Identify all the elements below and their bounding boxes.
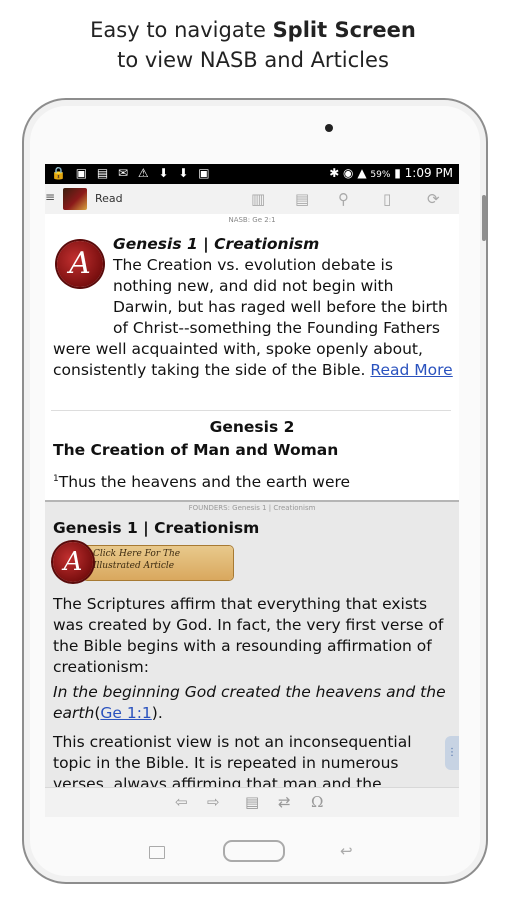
home-button[interactable] xyxy=(223,840,285,862)
caption-line-1: Easy to navigate Split Screen xyxy=(0,18,506,42)
battery-icon: ▮ xyxy=(390,166,405,180)
action-bar: ≡ Read ▥ ▤ ⚲ ▯ ⟳ xyxy=(45,184,459,215)
pane-location-label: NASB: Ge 2:1 xyxy=(228,216,276,224)
back-arrow-icon[interactable]: ⇦ xyxy=(175,793,188,811)
banner-text: Click Here For The Illustrated Article xyxy=(93,549,181,571)
book-icon[interactable]: ▤ xyxy=(245,793,259,811)
chapter-heading: Genesis 2 xyxy=(209,418,295,436)
swap-icon[interactable]: ⇄ xyxy=(278,793,291,811)
illustrated-article-banner[interactable]: Click Here For The Illustrated Article A xyxy=(53,542,235,584)
drawer-handle-icon[interactable]: ⋮ xyxy=(445,736,459,770)
article-title[interactable]: Genesis 1 | Creationism xyxy=(113,235,319,253)
side-button xyxy=(482,195,486,241)
bottom-toolbar: ⇦ ⇨ ▤ ⇄ Ω xyxy=(45,787,459,817)
app-logo-icon[interactable] xyxy=(63,188,87,210)
nasb-pane[interactable]: NASB: Ge 2:1 A Genesis 1 | Creationism T… xyxy=(45,214,459,501)
search-icon[interactable]: ⚲ xyxy=(338,190,349,208)
verse-line[interactable]: 1Thus the heavens and the earth were xyxy=(53,469,350,493)
book-open-icon[interactable]: ▥ xyxy=(251,190,265,208)
verse-text: Thus the heavens and the earth were xyxy=(58,473,351,492)
notification-icons: 🔒 ▣ ▤ ✉ ⚠ ⬇ ⬇ ▣ xyxy=(51,166,213,180)
read-more-link[interactable]: Read More xyxy=(370,361,452,379)
caption-line-2: to view NASB and Articles xyxy=(117,48,389,72)
bookmark-icon[interactable]: ▯ xyxy=(383,190,391,208)
founders-logo-icon: A xyxy=(53,542,93,582)
article-paragraph-2: This creationist view is not an inconseq… xyxy=(53,733,412,787)
scripture-quote: In the beginning God created the heavens… xyxy=(53,682,453,724)
back-icon[interactable]: ↩ xyxy=(340,842,353,860)
quote-close: ). xyxy=(151,704,163,722)
battery-level: 59% xyxy=(370,170,391,180)
app-title: Read xyxy=(95,192,123,205)
verse-ref-link[interactable]: Ge 1:1 xyxy=(100,704,151,722)
recent-apps-icon[interactable] xyxy=(149,846,165,859)
divider-line xyxy=(51,410,451,411)
sync-icon[interactable]: ⟳ xyxy=(427,190,440,208)
section-heading: The Creation of Man and Woman xyxy=(53,441,339,459)
hardware-nav-bar: ↩ xyxy=(45,830,459,870)
pane-location-label: FOUNDERS: Genesis 1 | Creationism xyxy=(188,504,316,512)
caption-bold: Split Screen xyxy=(272,18,416,42)
article-paragraph-1: The Scriptures affirm that everything th… xyxy=(53,595,444,676)
founders-pane[interactable]: FOUNDERS: Genesis 1 | Creationism Genesi… xyxy=(45,502,459,787)
camera-dot xyxy=(325,124,333,132)
caption-prefix: Easy to navigate xyxy=(90,18,273,42)
clock-time: 1:09 PM xyxy=(404,166,453,180)
pane-title: Genesis 1 | Creationism xyxy=(53,519,260,537)
signal-icon: ✱ ◉ ▲ xyxy=(329,166,371,180)
forward-arrow-icon[interactable]: ⇨ xyxy=(207,793,220,811)
banner-scroll: Click Here For The Illustrated Article xyxy=(83,546,233,580)
article-excerpt: The Creation vs. evolution debate is not… xyxy=(53,255,453,381)
omega-icon[interactable]: Ω xyxy=(311,793,323,811)
menu-icon[interactable]: ≡ xyxy=(45,190,55,204)
status-bar: 🔒 ▣ ▤ ✉ ⚠ ⬇ ⬇ ▣ ✱ ◉ ▲ 59% ▮ 1:09 PM xyxy=(45,164,459,184)
device-screen: 🔒 ▣ ▤ ✉ ⚠ ⬇ ⬇ ▣ ✱ ◉ ▲ 59% ▮ 1:09 PM ≡ Re… xyxy=(45,164,459,817)
status-right: ✱ ◉ ▲ 59% ▮ 1:09 PM xyxy=(329,166,453,180)
book-icon[interactable]: ▤ xyxy=(295,190,309,208)
